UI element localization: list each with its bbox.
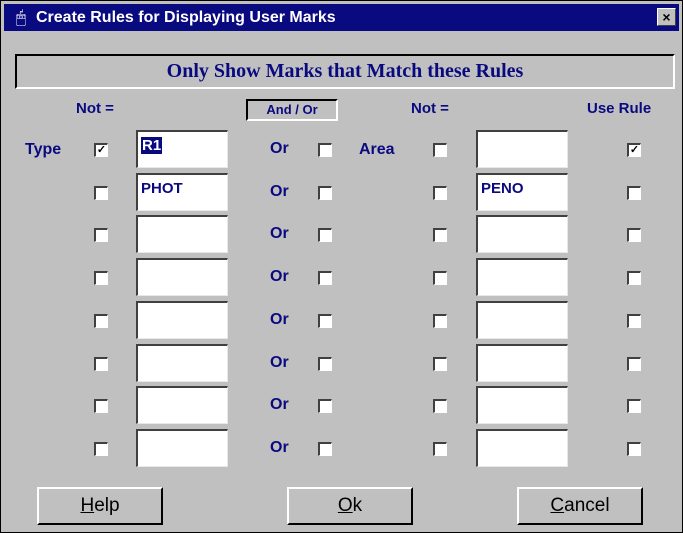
use-rule-checkbox[interactable]	[627, 186, 641, 200]
use-rule-checkbox[interactable]	[627, 442, 641, 456]
area-not-checkbox[interactable]	[433, 357, 447, 371]
and-or-checkbox[interactable]	[318, 399, 332, 413]
ok-button[interactable]: Ok	[287, 487, 413, 525]
rules-banner: Only Show Marks that Match these Rules	[15, 54, 675, 89]
cancel-button[interactable]: Cancel	[517, 487, 643, 525]
type-value-text: PHOT	[141, 180, 183, 197]
type-value-field[interactable]: PHOT	[136, 173, 228, 211]
or-label: Or	[270, 439, 289, 456]
type-value-field[interactable]	[136, 301, 228, 339]
and-or-checkbox[interactable]	[318, 228, 332, 242]
window-title: Create Rules for Displaying User Marks	[36, 9, 336, 26]
area-value-field[interactable]	[476, 386, 568, 424]
type-not-checkbox[interactable]	[94, 357, 108, 371]
area-not-checkbox[interactable]	[433, 399, 447, 413]
type-not-checkbox[interactable]: ✓	[94, 143, 108, 157]
type-value-field[interactable]	[136, 429, 228, 467]
type-value-field[interactable]	[136, 258, 228, 296]
ok-label: k	[352, 495, 363, 516]
area-not-checkbox[interactable]	[433, 442, 447, 456]
area-value-field[interactable]	[476, 429, 568, 467]
title-bar[interactable]: 🖱 Create Rules for Displaying User Marks…	[4, 4, 679, 31]
or-label: Or	[270, 354, 289, 371]
use-rule-checkbox[interactable]	[627, 357, 641, 371]
area-not-checkbox[interactable]	[433, 314, 447, 328]
type-value-field[interactable]	[136, 344, 228, 382]
or-label: Or	[270, 396, 289, 413]
or-label: Or	[270, 140, 289, 157]
use-rule-header: Use Rule	[587, 100, 652, 117]
type-not-checkbox[interactable]	[94, 442, 108, 456]
type-not-checkbox[interactable]	[94, 186, 108, 200]
area-value-field[interactable]	[476, 215, 568, 253]
or-label: Or	[270, 311, 289, 328]
area-value-field[interactable]	[476, 258, 568, 296]
type-not-checkbox[interactable]	[94, 271, 108, 285]
type-not-checkbox[interactable]	[94, 399, 108, 413]
area-not-checkbox[interactable]	[433, 143, 447, 157]
type-not-checkbox[interactable]	[94, 228, 108, 242]
area-value-field[interactable]	[476, 344, 568, 382]
or-label: Or	[270, 225, 289, 242]
close-button[interactable]: ×	[657, 8, 676, 26]
type-not-checkbox[interactable]	[94, 314, 108, 328]
area-value-field[interactable]: PENO	[476, 173, 568, 211]
use-rule-checkbox[interactable]	[627, 399, 641, 413]
area-not-checkbox[interactable]	[433, 228, 447, 242]
create-rules-dialog: 🖱 Create Rules for Displaying User Marks…	[0, 0, 683, 533]
and-or-checkbox[interactable]	[318, 357, 332, 371]
area-label: Area	[359, 141, 395, 158]
not-area-header: Not =	[411, 100, 449, 117]
help-mnemonic: H	[80, 495, 95, 516]
help-label: elp	[94, 495, 120, 516]
type-value-field[interactable]	[136, 386, 228, 424]
and-or-header: And / Or	[246, 99, 338, 121]
help-button[interactable]: Help	[37, 487, 163, 525]
or-label: Or	[270, 183, 289, 200]
type-value-field[interactable]: R1	[136, 130, 228, 168]
area-value-text: PENO	[481, 180, 524, 197]
type-label: Type	[25, 141, 62, 158]
and-or-checkbox[interactable]	[318, 143, 332, 157]
cancel-label: ancel	[564, 495, 610, 516]
not-type-header: Not =	[76, 100, 114, 117]
use-rule-checkbox[interactable]	[627, 271, 641, 285]
and-or-checkbox[interactable]	[318, 271, 332, 285]
mouse-icon: 🖱	[15, 8, 27, 27]
or-label: Or	[270, 268, 289, 285]
area-not-checkbox[interactable]	[433, 271, 447, 285]
type-value-text: R1	[141, 137, 163, 154]
use-rule-checkbox[interactable]	[627, 228, 641, 242]
type-value-field[interactable]	[136, 215, 228, 253]
use-rule-checkbox[interactable]	[627, 314, 641, 328]
and-or-checkbox[interactable]	[318, 186, 332, 200]
area-value-field[interactable]	[476, 301, 568, 339]
area-value-field[interactable]	[476, 130, 568, 168]
use-rule-checkbox[interactable]: ✓	[627, 143, 641, 157]
and-or-checkbox[interactable]	[318, 442, 332, 456]
area-not-checkbox[interactable]	[433, 186, 447, 200]
ok-mnemonic: O	[337, 495, 353, 516]
cancel-mnemonic: C	[550, 495, 565, 516]
and-or-checkbox[interactable]	[318, 314, 332, 328]
